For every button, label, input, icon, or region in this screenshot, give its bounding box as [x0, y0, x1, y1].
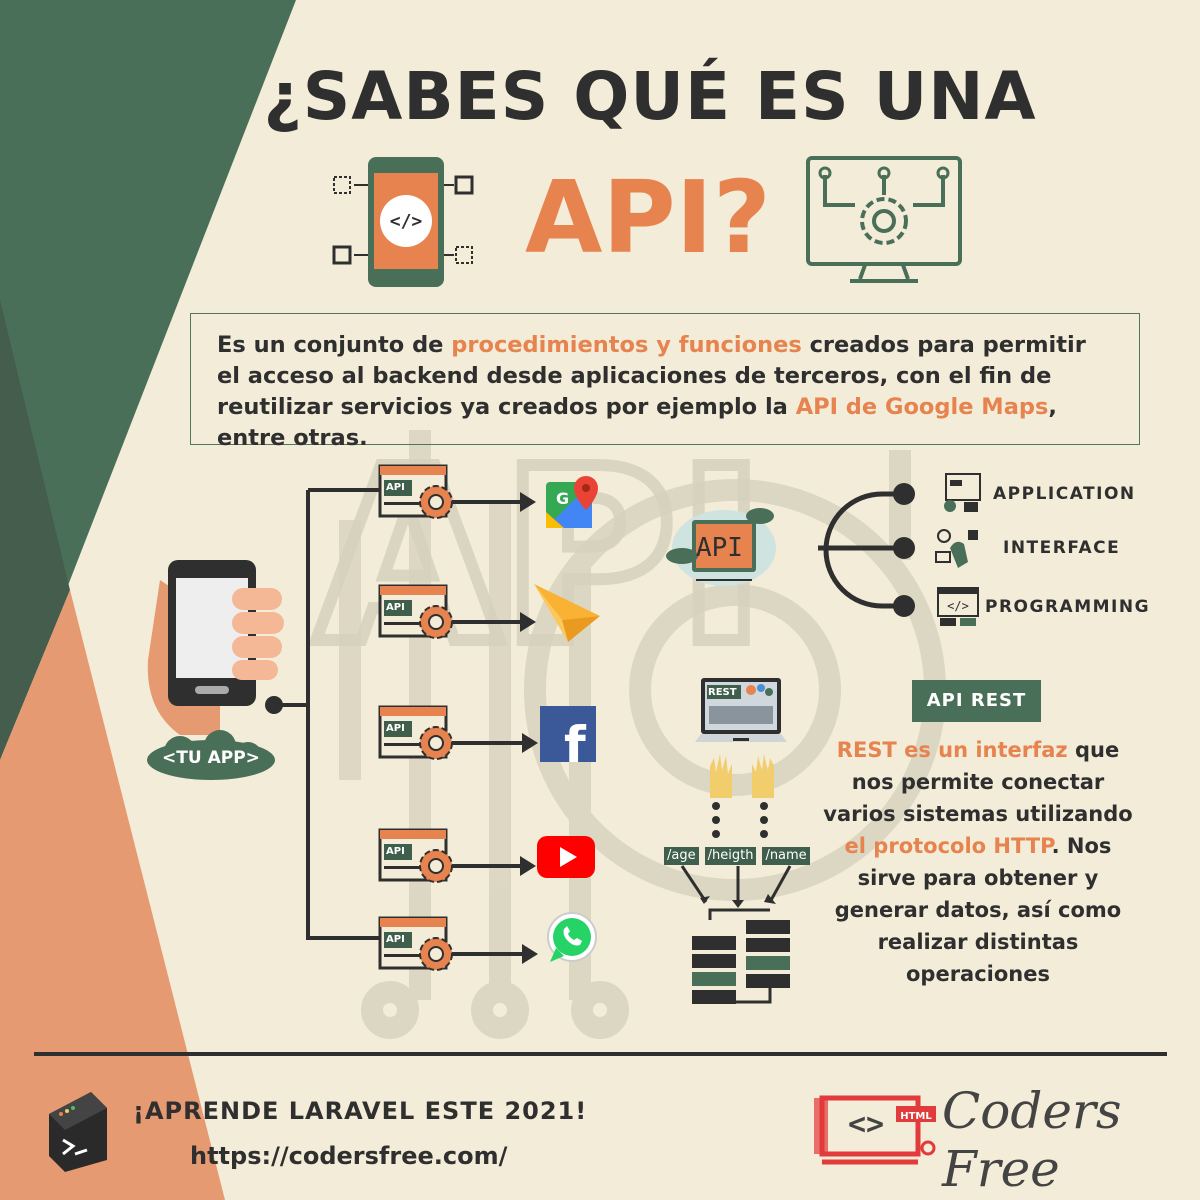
api-module-label: API: [386, 934, 405, 945]
endpoint-tags: /age /heigth /name: [664, 847, 810, 865]
footer-url-link[interactable]: https://codersfree.com/: [190, 1142, 507, 1170]
api-gear-icon: [378, 916, 538, 971]
interface-label: INTERFACE: [1003, 538, 1121, 558]
phone-code-icon: </>: [332, 157, 474, 287]
definition-box: Es un conjunto de procedimientos y funci…: [190, 313, 1140, 451]
api-gear-icon: [378, 464, 536, 519]
api-module-label: API: [386, 482, 405, 493]
api-gear-icon: [378, 828, 536, 883]
endpoint-tag: /age: [664, 847, 699, 865]
youtube-icon: [537, 836, 595, 878]
svg-text:</>: </>: [390, 211, 423, 232]
api-module-row: API: [378, 462, 538, 530]
server-stack-icon: [680, 865, 792, 1004]
laptop-rest-label: REST: [708, 687, 737, 698]
api-gear-icon: [378, 584, 536, 639]
definition-text: Es un conjunto de: [217, 332, 452, 358]
facebook-icon: f: [540, 706, 596, 762]
api-module-row: API: [378, 826, 538, 894]
coders-free-logo-icon: <> HTML: [814, 1095, 936, 1165]
whatsapp-icon: [547, 912, 597, 962]
tu-app-label: <TU APP>: [162, 748, 260, 768]
typing-hands-icon: [710, 754, 774, 798]
terminal-icon: [49, 1092, 107, 1172]
api-module-label: API: [386, 846, 405, 857]
api-gear-icon: [378, 705, 538, 760]
endpoint-tag: /heigth: [704, 847, 757, 865]
paper-plane-icon: [534, 584, 600, 642]
api-heading: API?: [525, 159, 771, 276]
svg-text:G: G: [556, 489, 569, 508]
footer-cta: ¡APRENDE LARAVEL ESTE 2021!: [133, 1097, 588, 1125]
api-module-label: API: [386, 723, 405, 734]
google-maps-icon: G: [546, 476, 598, 528]
programming-icon: </>: [937, 587, 979, 626]
application-label: APPLICATION: [993, 484, 1136, 504]
svg-text:<>: <>: [848, 1107, 884, 1142]
brand-name: Coders Free: [942, 1082, 1122, 1198]
rest-description: REST es un interfaz que nos permite cone…: [818, 734, 1138, 990]
api-module-row: API: [378, 582, 538, 650]
definition-highlight: procedimientos y funciones: [451, 332, 802, 358]
api-module-row: API: [378, 703, 540, 771]
definition-highlight: API de Google Maps: [795, 394, 1049, 420]
footer-divider: [34, 1052, 1167, 1056]
monitor-gear-icon: [806, 156, 962, 283]
interface-icon: [935, 529, 978, 568]
api-module-label: API: [386, 602, 405, 613]
acronym-bracket: [818, 483, 915, 617]
api-cloud-label: API: [696, 533, 743, 563]
dots-connector: [712, 802, 768, 838]
application-icon: [944, 473, 981, 512]
svg-text:</>: </>: [947, 599, 969, 613]
rest-highlight: REST es un interfaz: [836, 738, 1068, 762]
api-module-row: API: [378, 914, 540, 982]
endpoint-tag: /name: [762, 847, 810, 865]
api-rest-badge: API REST: [912, 680, 1041, 722]
rest-highlight: el protocolo HTTP: [844, 834, 1052, 858]
svg-text:f: f: [564, 716, 587, 762]
logo-html-tag: HTML: [900, 1111, 932, 1122]
programming-label: PROGRAMMING: [985, 597, 1151, 617]
page-title: ¿SABES QUÉ ES UNA: [263, 58, 1037, 135]
